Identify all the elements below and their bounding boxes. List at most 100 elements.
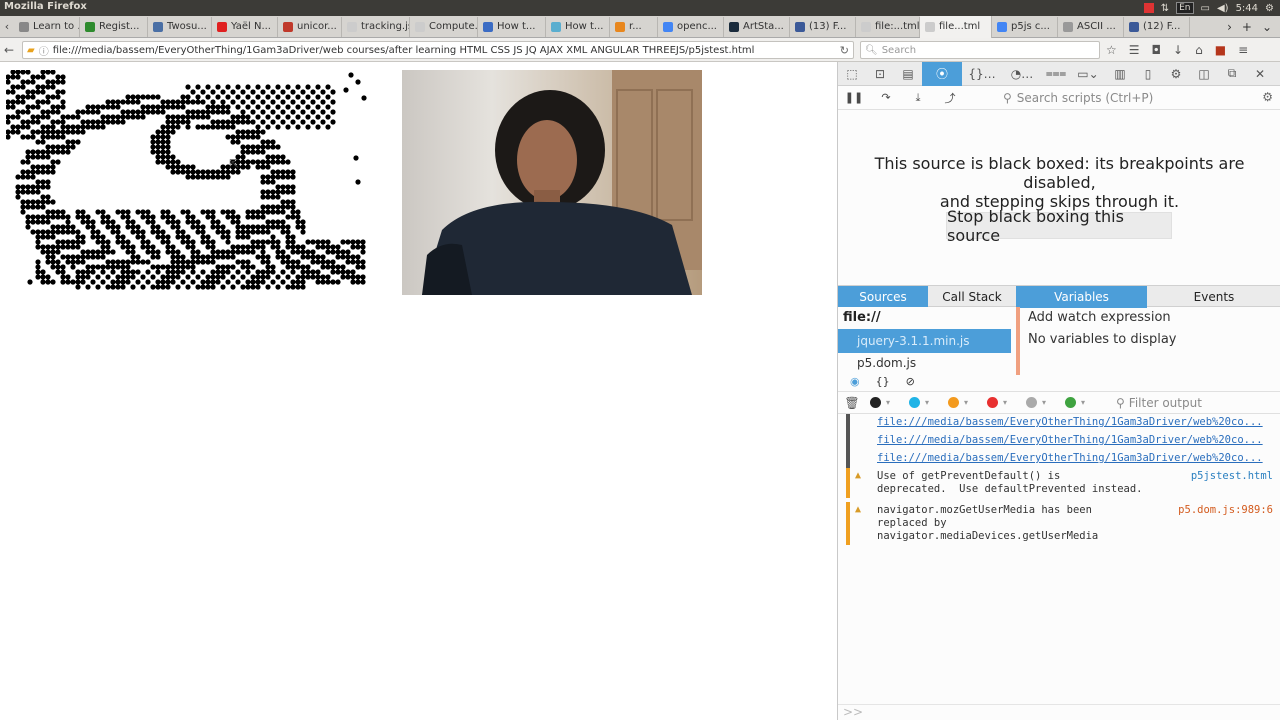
tab-favicon-icon <box>415 21 425 32</box>
network-tool-icon[interactable]: ⩶ <box>1042 62 1070 86</box>
step-over-icon[interactable]: ↷ <box>870 91 902 104</box>
close-devtools-icon[interactable]: ✕ <box>1246 62 1274 86</box>
tray-app-icon[interactable] <box>1143 3 1154 13</box>
tab-scroll-left-icon[interactable]: ‹ <box>0 20 14 33</box>
browser-tab[interactable]: unicor... <box>278 16 342 37</box>
info-icon[interactable]: ⓘ <box>39 43 49 58</box>
file-icon: ▰ <box>27 44 35 56</box>
eye-icon[interactable]: ◉ <box>850 375 860 388</box>
browser-tab[interactable]: tracking.js <box>342 16 410 37</box>
undock-icon[interactable]: ⧉ <box>1218 62 1246 86</box>
filter-errors-toggle[interactable]: ▾ <box>866 397 905 408</box>
url-bar[interactable]: ▰ ⓘ file:///media/bassem/EveryOtherThing… <box>22 41 854 59</box>
tab-sources[interactable]: Sources <box>838 286 928 308</box>
search-icon: ⚲ <box>1003 91 1012 105</box>
browser-tab[interactable]: Compute... <box>410 16 478 37</box>
pretty-print-icon[interactable]: {} <box>876 375 890 388</box>
tab-label: Learn to ... <box>33 21 79 32</box>
browser-tab[interactable]: Regist... <box>80 16 148 37</box>
p5-dot-canvas[interactable] <box>6 70 370 294</box>
filter-css-toggle[interactable]: ▾ <box>944 397 983 408</box>
bookmark-star-icon[interactable]: ☆ <box>1106 43 1117 57</box>
split-console-icon[interactable]: ▥ <box>1106 62 1134 86</box>
filter-logging-toggle[interactable]: ▾ <box>1061 397 1100 408</box>
extension-icon[interactable]: ■ <box>1215 43 1226 57</box>
tab-favicon-icon <box>861 21 871 32</box>
browser-tab[interactable]: file:...tml# <box>856 16 920 37</box>
pocket-icon[interactable]: ◘ <box>1152 43 1162 57</box>
url-text[interactable]: file:///media/bassem/EveryOtherThing/1Ga… <box>53 45 755 56</box>
network-icon[interactable]: ⇅ <box>1161 3 1169 14</box>
battery-icon[interactable]: ▭ <box>1201 3 1210 14</box>
settings-gear-icon[interactable]: ⚙ <box>1265 3 1274 14</box>
trash-icon[interactable]: 🗑︎ <box>838 396 866 410</box>
warning-source-link[interactable]: p5.dom.js:989:6 <box>1178 502 1280 545</box>
browser-tab[interactable]: ArtSta... <box>724 16 790 37</box>
inspector-tool-icon[interactable]: ▤ <box>894 62 922 86</box>
volume-icon[interactable]: ◀) <box>1217 3 1229 14</box>
add-watch-expression-input[interactable]: Add watch expression <box>1020 307 1280 329</box>
filter-net-toggle[interactable]: ▾ <box>905 397 944 408</box>
tab-label: unicor... <box>297 21 337 32</box>
source-item[interactable]: p5.dom.js <box>838 353 1011 373</box>
console-tool-icon[interactable]: ⊡ <box>866 62 894 86</box>
browser-tab[interactable]: How t... <box>546 16 610 37</box>
back-arrow-icon[interactable]: ← <box>0 43 18 57</box>
console-input-prompt[interactable]: >> <box>838 704 1280 720</box>
keyboard-layout[interactable]: En <box>1176 2 1194 14</box>
console-file-link[interactable]: file:///media/bassem/EveryOtherThing/1Ga… <box>877 414 1280 432</box>
tab-list-icon[interactable]: ⌄ <box>1262 20 1272 34</box>
menu-icon[interactable]: ≡ <box>1238 43 1248 57</box>
download-icon[interactable]: ↓ <box>1173 43 1183 57</box>
clock[interactable]: 5:44 <box>1236 3 1258 14</box>
inspector-pick-icon[interactable]: ⬚ <box>838 62 866 86</box>
reading-list-icon[interactable]: ☰ <box>1129 43 1140 57</box>
step-in-icon[interactable]: ⤓ <box>902 91 934 105</box>
step-out-icon[interactable]: ⤴ <box>934 90 966 106</box>
tab-call-stack[interactable]: Call Stack <box>928 286 1016 308</box>
sources-tree: file:// jquery-3.1.1.min.js p5.dom.js <box>838 307 1011 375</box>
pause-icon[interactable]: ❚❚ <box>838 91 870 104</box>
filter-js-toggle[interactable]: ▾ <box>983 397 1022 408</box>
debugger-tool-icon[interactable]: ⦿ <box>922 61 962 86</box>
browser-tab[interactable]: openc... <box>658 16 724 37</box>
blackbox-toggle-icon[interactable]: ⊘ <box>906 375 915 388</box>
console-file-link[interactable]: file:///media/bassem/EveryOtherThing/1Ga… <box>877 450 1280 468</box>
dock-side-icon[interactable]: ◫ <box>1190 62 1218 86</box>
tab-scroll-right-icon[interactable]: › <box>1227 20 1232 34</box>
browser-tab[interactable]: ASCII ... <box>1058 16 1124 37</box>
performance-icon[interactable]: ◔… <box>1002 62 1042 86</box>
style-editor-icon[interactable]: {}… <box>962 62 1002 86</box>
warning-source-link[interactable]: p5jstest.html <box>1191 468 1280 498</box>
reload-icon[interactable]: ↻ <box>840 44 849 57</box>
browser-tab[interactable]: file...tml <box>920 15 992 38</box>
browser-tab[interactable]: Twosu... <box>148 16 212 37</box>
os-titlebar: Mozilla Firefox ⇅ En ▭ ◀) 5:44 ⚙ <box>0 0 1280 16</box>
browser-tab[interactable]: Yaël N... <box>212 16 278 37</box>
tab-label: r... <box>629 21 642 32</box>
tab-label: openc... <box>677 21 717 32</box>
tab-events[interactable]: Events <box>1147 286 1280 308</box>
new-tab-icon[interactable]: + <box>1242 20 1252 34</box>
browser-tab[interactable]: Learn to ... <box>14 16 80 37</box>
browser-tab[interactable]: (13) F... <box>790 16 856 37</box>
browser-tab[interactable]: p5js c... <box>992 16 1058 37</box>
console-file-link[interactable]: file:///media/bassem/EveryOtherThing/1Ga… <box>877 432 1280 450</box>
devtools-settings-icon[interactable]: ⚙ <box>1162 62 1190 86</box>
debugger-options-icon[interactable]: ⚙ <box>1262 90 1273 104</box>
filter-security-toggle[interactable]: ▾ <box>1022 397 1061 408</box>
layout-tool-icon[interactable]: ▭⌄ <box>1070 62 1106 86</box>
source-item-selected[interactable]: jquery-3.1.1.min.js <box>838 329 1011 353</box>
tab-label: Yaël N... <box>231 21 271 32</box>
responsive-mode-icon[interactable]: ▯ <box>1134 62 1162 86</box>
browser-tab[interactable]: How t... <box>478 16 546 37</box>
filter-output-input[interactable]: ⚲ Filter output <box>1116 394 1276 412</box>
stop-black-boxing-button[interactable]: Stop black boxing this source <box>946 207 1172 245</box>
browser-tab[interactable]: r... <box>610 16 658 37</box>
script-search-input[interactable]: ⚲ Search scripts (Ctrl+P) <box>1003 89 1253 107</box>
tab-variables[interactable]: Variables <box>1016 286 1147 308</box>
browser-tab[interactable]: (12) F... <box>1124 16 1190 37</box>
search-bar[interactable]: 🔍︎ Search <box>860 41 1100 59</box>
home-icon[interactable]: ⌂ <box>1195 43 1203 57</box>
source-root[interactable]: file:// <box>838 307 1011 329</box>
